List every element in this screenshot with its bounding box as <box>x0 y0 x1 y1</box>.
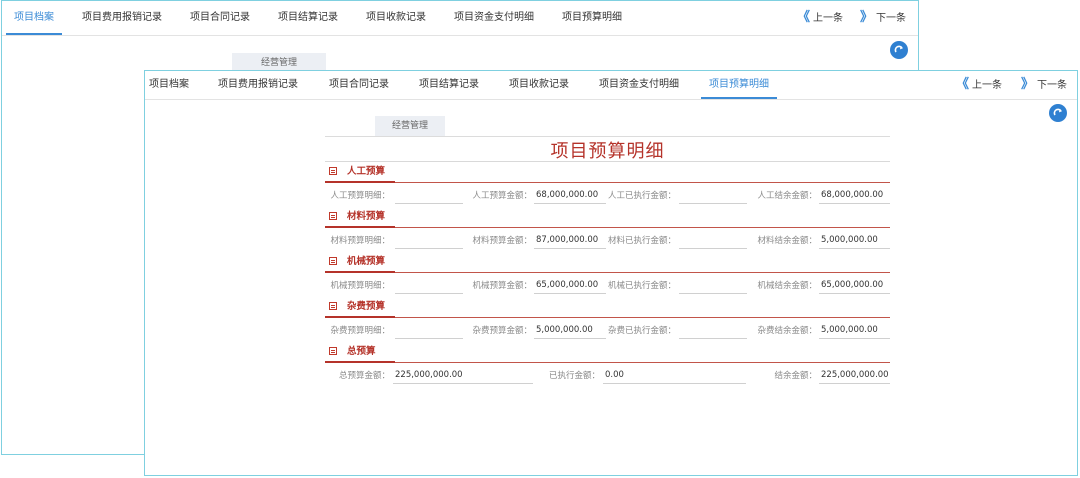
material-executed-field[interactable] <box>679 232 747 249</box>
collapse-icon[interactable] <box>329 302 337 310</box>
field-label: 机械预算金额： <box>472 281 532 291</box>
tab-project-archive[interactable]: 项目档案 <box>149 71 189 98</box>
tab-collection-records[interactable]: 项目收款记录 <box>366 1 426 34</box>
tab-budget-detail[interactable]: 项目预算明细 <box>701 71 777 99</box>
section-title: 机械预算 <box>347 256 386 267</box>
material-remain-field[interactable]: 5,000,000.00 <box>819 232 890 249</box>
machinery-remain-field[interactable]: 65,000,000.00 <box>819 277 890 294</box>
tab-contract-records[interactable]: 项目合同记录 <box>190 1 250 34</box>
section-title: 总预算 <box>347 346 376 357</box>
tab-budget-detail[interactable]: 项目预算明细 <box>562 1 622 34</box>
form-row-machinery: 机械预算明细： 机械预算金额： 65,000,000.00 机械已执行金额： 机… <box>325 277 890 295</box>
tab-contract-records[interactable]: 项目合同记录 <box>329 71 389 98</box>
next-record-link[interactable]: 》下一条 <box>1021 71 1067 98</box>
total-executed-field[interactable]: 0.00 <box>603 367 746 384</box>
prev-record-link[interactable]: 《上一条 <box>797 1 843 34</box>
field-label: 材料预算金额： <box>472 236 532 246</box>
section-divider <box>325 181 890 183</box>
section-misc-header[interactable]: 杂费预算 <box>325 300 890 314</box>
refresh-icon[interactable] <box>890 41 908 59</box>
tab-project-archive[interactable]: 项目档案 <box>6 1 62 35</box>
prev-record-label: 上一条 <box>813 13 844 24</box>
misc-detail-field[interactable] <box>395 322 463 339</box>
misc-amount-field[interactable]: 5,000,000.00 <box>534 322 606 339</box>
field-label: 人工预算金额： <box>472 191 532 201</box>
next-record-label: 下一条 <box>876 13 907 24</box>
form-row-material: 材料预算明细： 材料预算金额： 87,000,000.00 材料已执行金额： 材… <box>325 232 890 250</box>
machinery-executed-field[interactable] <box>679 277 747 294</box>
tab-settlement-records[interactable]: 项目结算记录 <box>278 1 338 34</box>
tab-bar: 项目档案 项目费用报销记录 项目合同记录 项目结算记录 项目收款记录 项目资金支… <box>2 1 918 36</box>
tab-expense-records[interactable]: 项目费用报销记录 <box>82 1 162 34</box>
section-title: 人工预算 <box>347 166 386 177</box>
section-title: 杂费预算 <box>347 301 386 312</box>
form-title: 项目预算明细 <box>550 141 665 162</box>
field-label: 机械已执行金额： <box>608 281 677 291</box>
collapse-icon[interactable] <box>329 212 337 220</box>
form-row-labor: 人工预算明细： 人工预算金额： 68,000,000.00 人工已执行金额： 人… <box>325 187 890 205</box>
tab-bar: 项目档案 项目费用报销记录 项目合同记录 项目结算记录 项目收款记录 项目资金支… <box>145 71 1077 100</box>
labor-amount-field[interactable]: 68,000,000.00 <box>534 187 606 204</box>
material-amount-field[interactable]: 87,000,000.00 <box>534 232 606 249</box>
form-row-misc: 杂费预算明细： 杂费预算金额： 5,000,000.00 杂费已执行金额： 杂费… <box>325 322 890 340</box>
section-divider <box>325 271 890 273</box>
double-chevron-left-icon: 《 <box>956 77 969 92</box>
section-title: 材料预算 <box>347 211 386 222</box>
total-amount-field[interactable]: 225,000,000.00 <box>393 367 533 384</box>
field-label: 机械结余金额： <box>757 281 817 291</box>
field-label: 材料预算明细： <box>330 236 390 246</box>
field-label: 已执行金额： <box>548 371 600 381</box>
field-label: 结余金额： <box>774 371 817 381</box>
field-label: 材料已执行金额： <box>608 236 677 246</box>
tab-fund-payment[interactable]: 项目资金支付明细 <box>599 71 679 98</box>
prev-record-link[interactable]: 《上一条 <box>956 71 1002 98</box>
labor-executed-field[interactable] <box>679 187 747 204</box>
field-label: 人工结余金额： <box>757 191 817 201</box>
field-label: 机械预算明细： <box>330 281 390 291</box>
collapse-icon[interactable] <box>329 347 337 355</box>
field-label: 人工已执行金额： <box>608 191 677 201</box>
tab-collection-records[interactable]: 项目收款记录 <box>509 71 569 98</box>
machinery-amount-field[interactable]: 65,000,000.00 <box>534 277 606 294</box>
refresh-icon[interactable] <box>1049 104 1067 122</box>
tab-fund-payment[interactable]: 项目资金支付明细 <box>454 1 534 34</box>
double-chevron-left-icon: 《 <box>797 10 810 25</box>
prev-record-label: 上一条 <box>972 80 1003 91</box>
machinery-detail-field[interactable] <box>395 277 463 294</box>
section-machinery-header[interactable]: 机械预算 <box>325 255 890 269</box>
field-label: 杂费已执行金额： <box>608 326 677 336</box>
tab-expense-records[interactable]: 项目费用报销记录 <box>218 71 298 98</box>
section-labor-header[interactable]: 人工预算 <box>325 165 890 179</box>
form-row-total: 总预算金额： 225,000,000.00 已执行金额： 0.00 结余金额： … <box>325 367 890 385</box>
field-label: 杂费预算金额： <box>472 326 532 336</box>
collapse-icon[interactable] <box>329 167 337 175</box>
section-material-header[interactable]: 材料预算 <box>325 210 890 224</box>
misc-executed-field[interactable] <box>679 322 747 339</box>
field-label: 杂费预算明细： <box>330 326 390 336</box>
total-remain-field[interactable]: 225,000,000.00 <box>819 367 890 384</box>
misc-remain-field[interactable]: 5,000,000.00 <box>819 322 890 339</box>
section-divider <box>325 361 890 363</box>
business-management-tab[interactable]: 经营管理 <box>375 116 445 136</box>
next-record-link[interactable]: 》下一条 <box>860 1 906 34</box>
foreground-window: 项目档案 项目费用报销记录 项目合同记录 项目结算记录 项目收款记录 项目资金支… <box>144 70 1078 476</box>
double-chevron-right-icon: 》 <box>1021 77 1034 92</box>
double-chevron-right-icon: 》 <box>860 10 873 25</box>
labor-detail-field[interactable] <box>395 187 463 204</box>
section-total-header[interactable]: 总预算 <box>325 345 890 359</box>
next-record-label: 下一条 <box>1037 80 1068 91</box>
field-label: 材料结余金额： <box>757 236 817 246</box>
field-label: 总预算金额： <box>338 371 390 381</box>
material-detail-field[interactable] <box>395 232 463 249</box>
section-divider <box>325 226 890 228</box>
tab-settlement-records[interactable]: 项目结算记录 <box>419 71 479 98</box>
field-label: 杂费结余金额： <box>757 326 817 336</box>
field-label: 人工预算明细： <box>330 191 390 201</box>
labor-remain-field[interactable]: 68,000,000.00 <box>819 187 890 204</box>
title-divider <box>325 161 890 162</box>
collapse-icon[interactable] <box>329 257 337 265</box>
section-divider <box>325 316 890 318</box>
